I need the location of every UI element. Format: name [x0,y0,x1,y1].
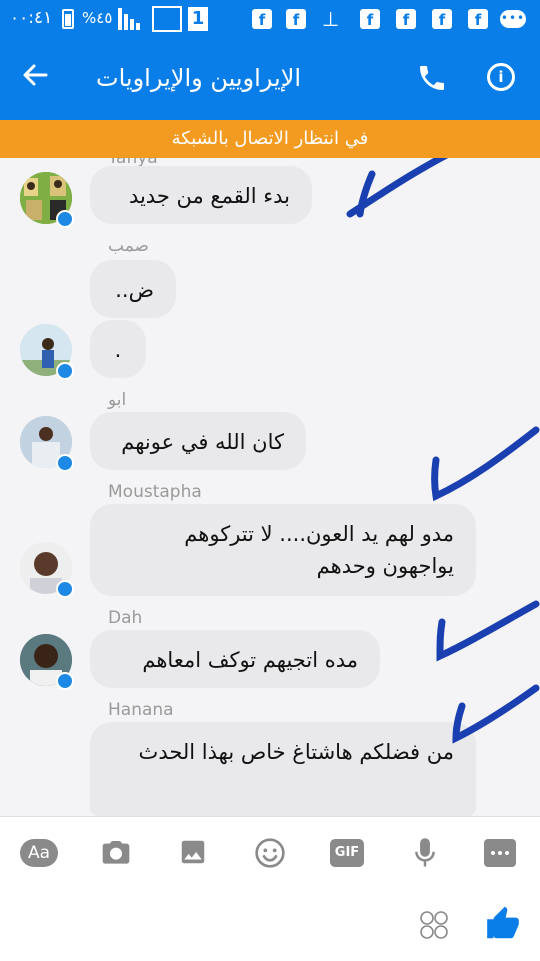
facebook-notification-icon: f [286,9,306,29]
annotation-checkmarks [346,158,540,744]
chat-notification-icon: ••• [500,10,526,28]
image-icon[interactable] [178,837,208,869]
gif-button[interactable]: GIF [330,839,364,867]
thumbs-up-icon[interactable] [484,905,522,947]
sender-name: ابو [108,390,127,410]
phone-icon[interactable] [416,62,448,94]
message-thread[interactable]: Yahya بدء القمع من جديد صمب ض.. . ابو كا… [0,158,540,816]
facebook-notification-icon: f [360,9,380,29]
info-icon[interactable]: i [487,63,515,91]
messenger-badge-icon [56,580,74,598]
battery-icon [62,9,74,29]
messenger-badge-icon [56,454,74,472]
reactions-icon[interactable] [418,909,450,945]
message-bubble[interactable]: من فضلكم هاشتاغ خاص بهذا الحدث [90,722,476,816]
camera-icon[interactable] [100,837,132,869]
conversation-header: الإيراويين والإيراويات i [0,38,540,120]
battery-percent: %٤٥ [82,9,113,27]
message-bubble[interactable]: ض.. [90,260,176,318]
download-icon: ⊥ [322,7,340,31]
message-bubble[interactable]: . [90,320,146,378]
sender-name: Moustapha [108,482,202,502]
emoji-icon[interactable] [254,837,286,869]
message-bubble[interactable]: مده اتجيهم توكف امعاهم [90,630,380,688]
facebook-notification-icon: f [468,9,488,29]
more-icon[interactable] [484,839,516,871]
facebook-notification-icon: f [396,9,416,29]
connection-status-banner: في انتظار الاتصال بالشبكة [0,120,540,158]
sender-name: Hanana [108,700,174,720]
messenger-badge-icon [56,672,74,690]
status-bar: ٠٠:٤١ %٤٥ 1 f f ⊥ f f f f ••• [0,0,540,38]
back-arrow-icon[interactable] [20,60,50,99]
message-bubble[interactable]: بدء القمع من جديد [90,166,312,224]
message-bubble[interactable]: كان الله في عونهم [90,412,306,470]
messenger-badge-icon [56,210,74,228]
signal-sim2-icon [152,6,182,32]
messenger-badge-icon [56,362,74,380]
microphone-icon[interactable] [412,837,438,869]
message-bubble[interactable]: مدو لهم يد العون.... لا تتركوهم يواجهون … [90,504,476,596]
signal-icon [118,8,144,30]
sender-name: Dah [108,608,143,628]
facebook-notification-icon: f [432,9,452,29]
facebook-notification-icon: f [252,9,272,29]
sender-name: صمب [108,236,149,256]
text-format-button[interactable]: Aa [20,839,58,867]
conversation-title[interactable]: الإيراويين والإيراويات [96,60,301,96]
sim-indicator: 1 [188,7,208,31]
composer: Aa GIF [0,816,540,961]
status-time: ٠٠:٤١ [10,8,53,28]
